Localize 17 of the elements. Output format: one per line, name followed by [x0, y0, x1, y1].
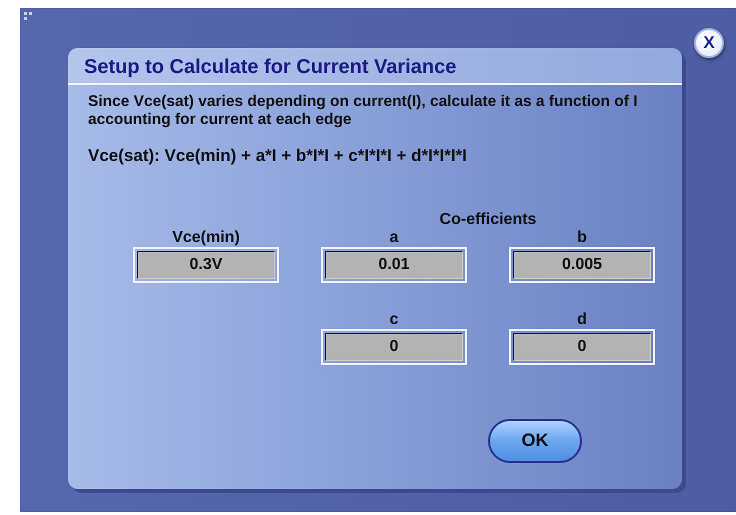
grip-icon: [24, 12, 34, 22]
field-label: c: [388, 310, 400, 328]
input-field[interactable]: 0.01: [321, 246, 467, 282]
field-label: b: [576, 228, 588, 246]
field-label: d: [576, 310, 588, 328]
dialog-title: Setup to Calculate for Current Variance: [68, 48, 682, 85]
input-field[interactable]: 0: [509, 328, 655, 364]
input-field[interactable]: 0.3V: [133, 246, 279, 282]
description-text: Since Vce(sat) varies depending on current(I), calculate it as a function of I accounting for current at each edge: [88, 93, 639, 129]
field-label: a: [388, 228, 400, 246]
ok-button[interactable]: OK: [488, 418, 582, 462]
close-button[interactable]: X: [694, 28, 724, 58]
input-field[interactable]: 0: [321, 328, 467, 364]
field-label: Vce(min): [171, 228, 241, 246]
formula-text: Vce(sat): Vce(min) + a*I + b*I*I + c*I*I*I + d*I*I*I*I: [88, 145, 468, 167]
input-field[interactable]: 0.005: [509, 246, 655, 282]
field-label: Co-efficients: [438, 210, 538, 228]
